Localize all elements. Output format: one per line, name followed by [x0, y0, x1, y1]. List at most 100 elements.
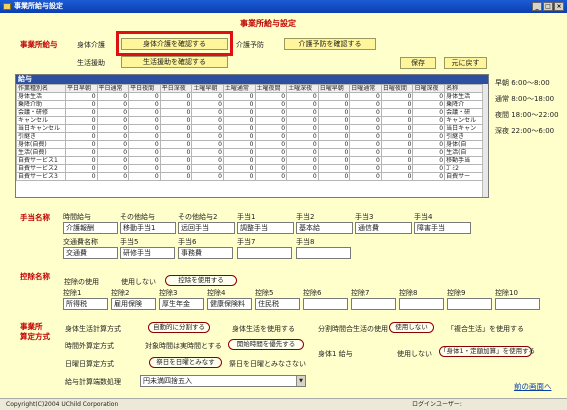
grid-column-header[interactable]: 土曜通常 [222, 84, 256, 93]
salary-cell[interactable]: 0 [412, 116, 446, 125]
salary-cell[interactable]: 0 [128, 100, 161, 109]
salary-cell[interactable]: 0 [96, 124, 130, 133]
salary-cell[interactable]: 0 [254, 108, 288, 117]
kojo-0-input[interactable]: 所得税 [63, 298, 108, 310]
minimize-icon[interactable]: _ [532, 2, 542, 11]
teate-1-3-input[interactable]: 調整手当 [237, 222, 294, 234]
kojo-not-use-option[interactable]: 使用しない [121, 277, 156, 287]
salary-cell[interactable]: 0 [254, 148, 288, 157]
salary-cell[interactable]: 0 [286, 172, 319, 181]
salary-cell[interactable]: 0 [64, 100, 98, 109]
salary-cell[interactable]: 0 [286, 100, 319, 109]
salary-cell[interactable]: 0 [159, 100, 193, 109]
salary-cell[interactable]: 0 [96, 172, 130, 181]
salary-cell[interactable]: 0 [349, 156, 382, 165]
salary-cell[interactable]: 0 [191, 132, 224, 141]
salary-cell[interactable]: 0 [159, 116, 193, 125]
salary-cell[interactable]: 0 [159, 108, 193, 117]
salary-cell[interactable]: 0 [222, 92, 256, 101]
bunkatsu-not-use-option[interactable]: 使用しない [389, 322, 434, 333]
salary-cell[interactable]: 0 [317, 92, 351, 101]
salary-cell[interactable]: 0 [159, 132, 193, 141]
salary-cell[interactable]: 0 [128, 172, 161, 181]
salary-cell[interactable]: 0 [317, 156, 351, 165]
grid-column-header[interactable]: 日曜通常 [349, 84, 382, 93]
kojo-3-input[interactable]: 健康保険料 [207, 298, 252, 310]
salary-cell[interactable]: 0 [349, 172, 382, 181]
salary-cell[interactable]: 0 [317, 140, 351, 149]
table-row[interactable]: 引継き 0 0 0 0 0 0 0 0 0 0 0 0 引継き [16, 132, 484, 141]
salary-cell[interactable]: 0 [412, 164, 446, 173]
close-icon[interactable]: × [554, 2, 564, 11]
table-row[interactable]: 身体(自費) 0 0 0 0 0 0 0 0 0 0 0 0 身体(自 [16, 140, 484, 149]
teate-1-4-input[interactable]: 基本給 [296, 222, 353, 234]
nichiyo-holiday-not-sunday-option[interactable]: 祭日を日曜とみなさない [229, 359, 306, 369]
salary-cell[interactable]: 0 [254, 92, 288, 101]
salary-cell[interactable]: 0 [349, 100, 382, 109]
salary-cell[interactable]: 0 [317, 100, 351, 109]
salary-cell[interactable]: 0 [222, 164, 256, 173]
salary-cell[interactable]: 0 [286, 140, 319, 149]
salary-cell[interactable]: 0 [159, 156, 193, 165]
salary-cell[interactable]: 0 [64, 164, 98, 173]
kaigo-yobo-confirm-button[interactable]: 介護予防を確認する [284, 38, 376, 50]
salary-cell[interactable]: 0 [64, 108, 98, 117]
salary-cell[interactable]: 0 [349, 132, 382, 141]
table-row[interactable]: 自費サービス1 0 0 0 0 0 0 0 0 0 0 0 0 移動手当 [16, 156, 484, 165]
bunkatsu-use-option[interactable]: 「複合生活」を使用する [447, 324, 524, 334]
salary-cell[interactable]: 0 [96, 148, 130, 157]
teate-1-1-input[interactable]: 移動手当1 [120, 222, 176, 234]
hasu-select[interactable]: 円未満四捨五入 ▼ [140, 375, 306, 387]
salary-cell[interactable]: 0 [64, 132, 98, 141]
salary-cell[interactable]: 0 [254, 172, 288, 181]
grid-column-header[interactable]: 平日夜間 [128, 84, 161, 93]
salary-cell[interactable]: 0 [286, 124, 319, 133]
shintai1-not-use-option[interactable]: 使用しない [397, 349, 432, 359]
table-row[interactable]: 自費サービス2 0 0 0 0 0 0 0 0 0 0 0 0 ｺﾞﾐ2 [16, 164, 484, 173]
salary-cell[interactable]: 0 [254, 132, 288, 141]
salary-cell[interactable]: 0 [286, 132, 319, 141]
grid-column-header[interactable]: 土曜早朝 [191, 84, 224, 93]
chevron-down-icon[interactable]: ▼ [296, 376, 305, 386]
salary-cell[interactable]: 0 [96, 100, 130, 109]
maximize-icon[interactable]: □ [543, 2, 553, 11]
salary-cell[interactable]: 0 [380, 92, 414, 101]
salary-cell[interactable]: 0 [128, 164, 161, 173]
jikangai-actual-option[interactable]: 対象時間は実時間とする [145, 341, 222, 351]
salary-cell[interactable]: 0 [412, 156, 446, 165]
salary-cell[interactable]: 0 [380, 148, 414, 157]
salary-cell[interactable]: 0 [128, 156, 161, 165]
table-row[interactable]: キャンセル 0 0 0 0 0 0 0 0 0 0 0 0 キャンセル [16, 116, 484, 125]
kojo-2-input[interactable]: 厚生年金 [159, 298, 204, 310]
salary-cell[interactable]: 0 [64, 92, 98, 101]
salary-cell[interactable]: 0 [191, 100, 224, 109]
salary-cell[interactable]: 0 [96, 108, 130, 117]
salary-cell[interactable]: 0 [222, 132, 256, 141]
shintai-auto-split-option[interactable]: 自動的に分割する [148, 322, 210, 333]
salary-cell[interactable]: 0 [64, 124, 98, 133]
salary-cell[interactable]: 0 [412, 148, 446, 157]
salary-cell[interactable]: 0 [191, 148, 224, 157]
salary-cell[interactable]: 0 [222, 124, 256, 133]
salary-cell[interactable]: 0 [412, 132, 446, 141]
salary-cell[interactable]: 0 [159, 148, 193, 157]
salary-cell[interactable]: 0 [380, 156, 414, 165]
grid-column-header[interactable]: 日曜深夜 [412, 84, 446, 93]
salary-cell[interactable]: 0 [286, 116, 319, 125]
salary-cell[interactable]: 0 [317, 164, 351, 173]
salary-cell[interactable]: 0 [380, 108, 414, 117]
salary-cell[interactable]: 0 [159, 124, 193, 133]
salary-cell[interactable]: 0 [96, 164, 130, 173]
salary-cell[interactable]: 0 [64, 156, 98, 165]
salary-cell[interactable]: 0 [64, 140, 98, 149]
salary-cell[interactable]: 0 [128, 124, 161, 133]
salary-cell[interactable]: 0 [317, 148, 351, 157]
salary-cell[interactable]: 0 [317, 108, 351, 117]
salary-cell[interactable]: 0 [159, 172, 193, 181]
grid-column-header[interactable]: 平日通常 [96, 84, 130, 93]
save-button[interactable]: 保存 [400, 57, 436, 69]
salary-cell[interactable]: 0 [191, 124, 224, 133]
salary-cell[interactable]: 0 [254, 124, 288, 133]
salary-cell[interactable]: 0 [191, 156, 224, 165]
salary-cell[interactable]: 0 [254, 156, 288, 165]
